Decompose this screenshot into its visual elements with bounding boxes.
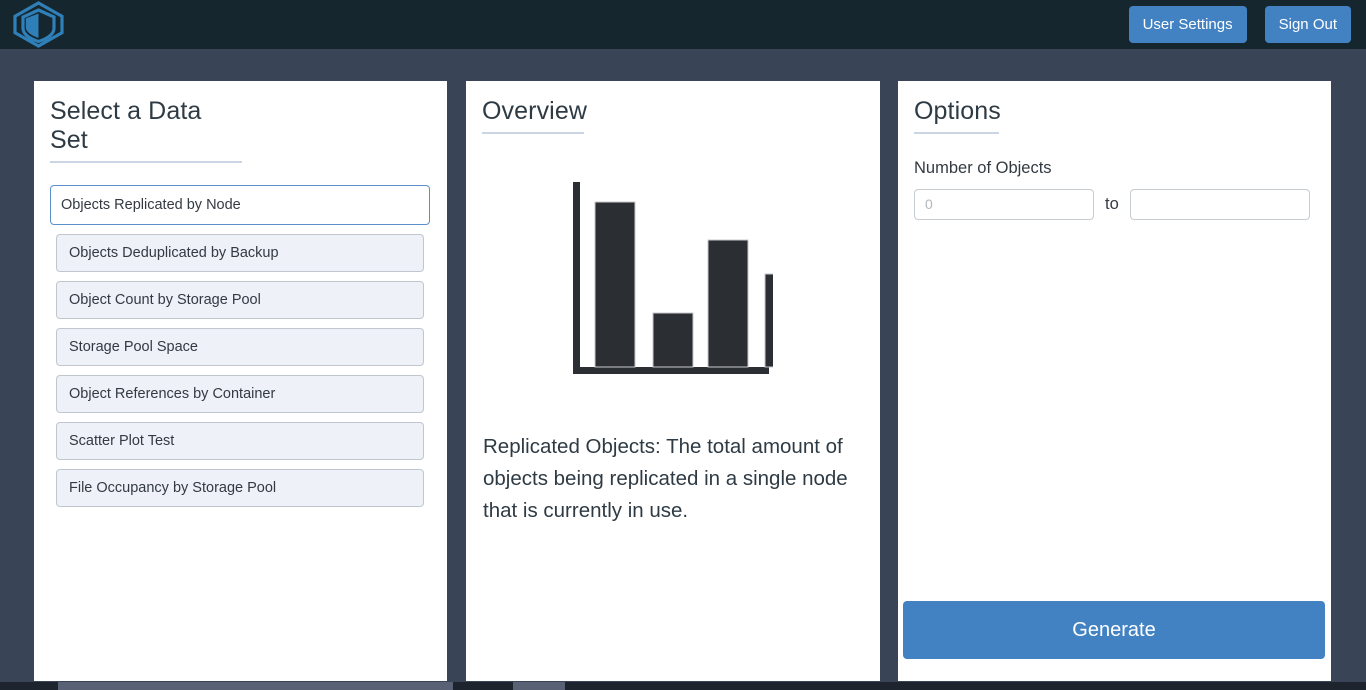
dataset-item-objects-deduplicated-by-backup[interactable]: Objects Deduplicated by Backup <box>56 233 424 272</box>
user-settings-button[interactable]: User Settings <box>1128 6 1247 43</box>
top-navigation-bar: User Settings Sign Out <box>0 0 1366 49</box>
dataset-item-object-references-by-container[interactable]: Object References by Container <box>56 374 424 413</box>
range-separator-label: to <box>1105 194 1119 213</box>
chart-preview <box>482 181 863 387</box>
dataset-item-storage-pool-space[interactable]: Storage Pool Space <box>56 327 424 366</box>
number-of-objects-label: Number of Objects <box>914 158 1052 177</box>
topbar-actions: User Settings Sign Out <box>1128 6 1366 43</box>
dataset-item-scatter-plot-test[interactable]: Scatter Plot Test <box>56 421 424 460</box>
dataset-list: Objects Replicated by Node Objects Dedup… <box>50 184 430 516</box>
bar-chart-icon <box>572 181 805 387</box>
sign-out-button[interactable]: Sign Out <box>1264 6 1351 43</box>
range-to-input[interactable] <box>1129 188 1310 220</box>
options-panel-title: Options <box>914 97 1001 134</box>
dataset-panel-title: Select a Data Set <box>50 97 242 163</box>
app-logo[interactable] <box>0 0 66 49</box>
overview-description: Replicated Objects: The total amount of … <box>483 434 848 522</box>
overview-panel-title: Overview <box>482 97 587 134</box>
hexagon-shield-icon <box>11 1 66 48</box>
dataset-item-objects-replicated-by-node[interactable]: Objects Replicated by Node <box>50 184 430 225</box>
options-panel: Options Number of Objects to Generate <box>898 81 1331 681</box>
dataset-panel: Select a Data Set Objects Replicated by … <box>34 81 447 681</box>
scrollbar-thumb-secondary[interactable] <box>513 682 565 690</box>
generate-button[interactable]: Generate <box>903 601 1325 659</box>
range-from-input[interactable] <box>914 188 1094 220</box>
main-content: Select a Data Set Objects Replicated by … <box>0 81 1366 682</box>
number-of-objects-range: to <box>914 188 1314 220</box>
horizontal-scrollbar[interactable] <box>0 682 1366 690</box>
dataset-item-object-count-by-storage-pool[interactable]: Object Count by Storage Pool <box>56 280 424 319</box>
scrollbar-thumb[interactable] <box>58 682 453 690</box>
overview-panel: Overview Replicated Objects: The total a… <box>466 81 880 681</box>
dataset-item-file-occupancy-by-storage-pool[interactable]: File Occupancy by Storage Pool <box>56 468 424 507</box>
